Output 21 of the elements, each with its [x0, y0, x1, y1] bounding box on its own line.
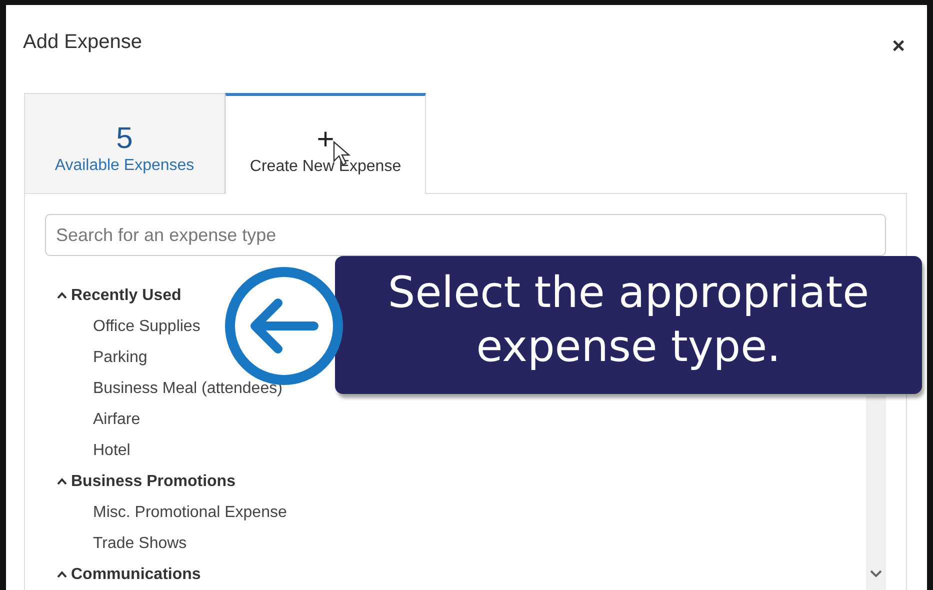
scrollbar[interactable] — [866, 396, 886, 590]
category-header[interactable]: Business Promotions — [57, 466, 236, 497]
expense-type-item[interactable]: Hotel — [93, 435, 130, 466]
caret-icon — [57, 571, 67, 578]
search-field[interactable]: Search for an expense type — [45, 214, 886, 256]
tab[interactable]: + Create New Expense — [225, 93, 426, 194]
chevron-down-icon[interactable] — [869, 569, 883, 578]
expense-type-item[interactable]: Airfare — [93, 404, 140, 435]
expense-type-item[interactable]: Trade Shows — [93, 528, 187, 559]
expense-type-item[interactable]: Office Supplies — [93, 311, 200, 342]
callout-banner: Select the appropriate expense type. — [335, 256, 922, 394]
caret-icon — [57, 292, 67, 299]
expense-type-item[interactable]: Misc. Promotional Expense — [93, 497, 287, 528]
category-header[interactable]: Communications — [57, 559, 201, 590]
dialog-title: Add Expense — [23, 30, 142, 54]
expense-type-item[interactable]: Business Meal (attendees) — [93, 373, 282, 404]
category-header[interactable]: Recently Used — [57, 280, 182, 311]
close-button[interactable]: × — [888, 33, 909, 59]
caret-icon — [57, 478, 67, 485]
tab[interactable]: 5 Available Expenses — [24, 93, 225, 193]
expense-type-item[interactable]: Parking — [93, 342, 148, 373]
